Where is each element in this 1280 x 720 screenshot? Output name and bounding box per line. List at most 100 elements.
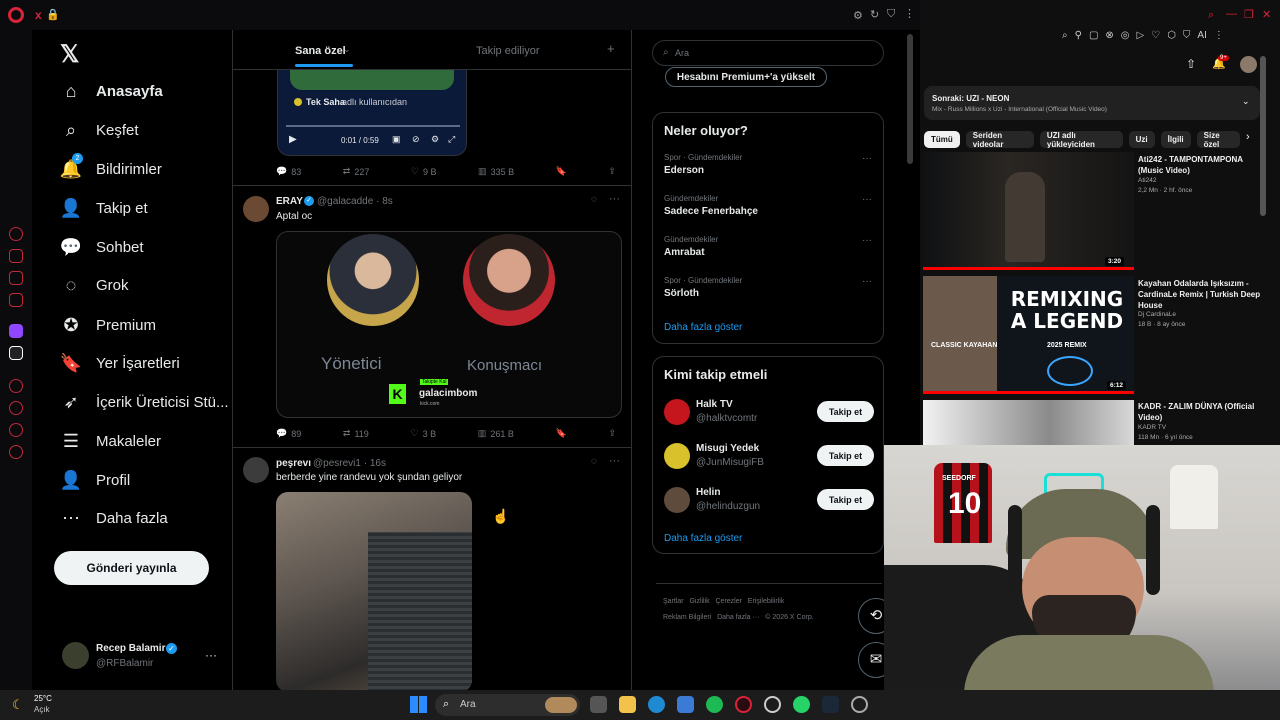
premium-upgrade-button[interactable]: Hesabını Premium+'a yükselt [665,67,827,87]
video-channel[interactable]: KADR TV [1138,424,1166,431]
sidebar-app-icon[interactable] [9,227,23,241]
filter-chip[interactable]: İlgili [1160,131,1191,148]
up-next-panel[interactable]: Sonraki: UZI - NEON Mix - Russ Millions … [924,86,1260,120]
follow-button[interactable]: Takip et [817,401,874,422]
views-button[interactable]: ▥ 261 B [478,428,514,439]
play-icon[interactable]: ▷ [1137,30,1145,41]
tweet-avatar[interactable] [243,457,269,483]
suggestion-name[interactable]: Misugi Yedek [696,443,759,454]
trend-item[interactable]: Gündemdekiler Sadece Fenerbahçe ··· [664,194,874,228]
filter-chip[interactable]: Tümü [924,131,960,148]
vpn-icon[interactable]: ◎ [1121,30,1130,41]
x-logo-icon[interactable]: 𝕏 [60,40,79,69]
avatar[interactable] [664,399,690,425]
adblock-icon[interactable]: ⊗ [1105,30,1113,41]
video-progress[interactable] [286,125,460,127]
scrollbar[interactable] [1260,56,1266,216]
share-button[interactable]: ⇪ [608,428,616,439]
suggestion-name[interactable]: Helin [696,487,720,498]
sidebar-item-3[interactable]: 🔔 Bildirimler 2 [60,151,162,187]
more-icon[interactable]: ··· [609,193,620,205]
views-button[interactable]: ▥ 335 B [478,166,514,177]
share-button[interactable]: ⇪ [608,166,616,177]
more-icon[interactable]: ··· [609,455,620,467]
spotify-icon[interactable] [706,696,723,713]
file-explorer-icon[interactable] [619,696,636,713]
chevron-down-icon[interactable]: ⌄ [343,44,351,55]
sidebar-item-9[interactable]: ➶ İçerik Üreticisi Stü... [60,384,228,420]
tweet-media[interactable] [276,492,472,690]
sidebar-app-icon[interactable] [9,249,23,263]
bookmark-button[interactable]: 🔖 [556,428,567,439]
taskbar-search[interactable]: ⌕ Ara [435,694,580,716]
sidebar-item-8[interactable]: 🔖 Yer İşaretleri [60,345,180,381]
lock-icon[interactable]: ⛉ [1183,30,1191,41]
discord-icon[interactable] [764,696,781,713]
follow-suggestion[interactable]: Misugi Yedek @JunMisugiFB Takip et [664,441,874,473]
sidebar-item-2[interactable]: ⌕ Keşfet [60,112,139,148]
sidebar-app-icon[interactable] [9,271,23,285]
grok-icon[interactable]: ◌ [591,194,597,205]
follow-button[interactable]: Takip et [817,445,874,466]
store-icon[interactable] [677,696,694,713]
close-icon[interactable]: ✕ [1262,8,1271,21]
reply-button[interactable]: 💬 83 [276,166,301,177]
trend-item[interactable]: Gündemdekiler Amrabat ··· [664,235,874,269]
footer-links[interactable]: Reklam Bilgileri Daha fazla ··· © 2026 X… [663,614,814,621]
whatsapp-icon[interactable] [793,696,810,713]
sidebar-item-11[interactable]: 👤 Profil [60,462,130,498]
play-icon[interactable]: ▶ [289,134,297,145]
captions-icon[interactable]: ▣ [392,134,401,145]
trend-item[interactable]: Spor · Gündemdekiler Ederson ··· [664,153,874,187]
search-input[interactable]: ⌕ Ara [652,40,884,66]
filter-chip[interactable]: Uzi [1128,131,1155,148]
sidebar-item-5[interactable]: 💬 Sohbet [60,229,144,265]
tweet-handle[interactable]: @pesrevi1 · 16s [313,458,386,469]
like-button[interactable]: ♡ 9 B [411,166,437,177]
follow-button[interactable]: Takip et [817,489,874,510]
task-view-icon[interactable] [590,696,607,713]
scrollbar[interactable] [907,34,913,164]
mute-icon[interactable]: ⊘ [412,134,420,145]
fullscreen-icon[interactable]: ⤢ [448,134,455,145]
temperature[interactable]: 25°C [34,694,52,703]
filter-chip[interactable]: UZI adlı yükleyiciden [1039,131,1123,148]
tweet-author[interactable]: peşrevı [276,458,311,469]
opera-logo-icon[interactable] [8,7,24,23]
edge-icon[interactable] [648,696,665,713]
account-more-icon[interactable]: ··· [205,648,217,662]
settings-icon[interactable]: ⚙ [431,134,439,145]
add-tab-icon[interactable]: + [607,41,615,56]
grok-icon[interactable]: ◌ [591,456,597,467]
pin-icon[interactable]: ⚲ [1075,30,1082,41]
sidebar-item-1[interactable]: ⌂ Anasayfa [60,73,163,109]
video-title[interactable]: Kayahan Odalarda Işıksızım - CardinaLe R… [1138,278,1264,311]
account-avatar[interactable] [62,642,89,669]
extensions-icon[interactable]: ⬡ [1167,30,1176,41]
reload-icon[interactable]: ↻ [870,8,879,21]
video-thumbnail[interactable] [923,400,1134,445]
more-icon[interactable]: ··· [862,153,872,164]
tweet-author[interactable]: ERAY [276,196,303,207]
video-thumbnail[interactable]: 3:20 [923,152,1134,270]
capture-icon[interactable]: ▢ [1089,30,1098,41]
filter-chip[interactable]: Seriden videolar [965,131,1034,148]
weather-icon[interactable]: ☾ [12,697,24,713]
sidebar-item-7[interactable]: ✪ Premium [60,307,156,343]
ai-icon[interactable]: AI [1197,30,1206,41]
follow-suggestion[interactable]: Helin @helinduzgun Takip et [664,485,874,517]
tab-close-icon[interactable]: x [35,8,42,22]
retweet-button[interactable]: ⇄ 119 [343,428,369,439]
player-icon[interactable] [9,379,23,393]
bookmark-button[interactable]: 🔖 [556,166,567,177]
tab-for-you[interactable]: Sana özel [295,45,346,57]
x-app-icon[interactable] [9,346,23,360]
sidebar-item-10[interactable]: ☰ Makaleler [60,423,161,459]
settings-icon[interactable] [851,696,868,713]
tweet-handle[interactable]: @galacadde · 8s [317,196,393,207]
more-icon[interactable]: ··· [862,194,872,205]
zoom-icon[interactable]: ⌕ [1062,30,1068,41]
follow-suggestion[interactable]: Halk TV @halktvcomtr Takip et [664,397,874,429]
start-icon[interactable] [410,696,427,713]
avatar[interactable] [664,443,690,469]
